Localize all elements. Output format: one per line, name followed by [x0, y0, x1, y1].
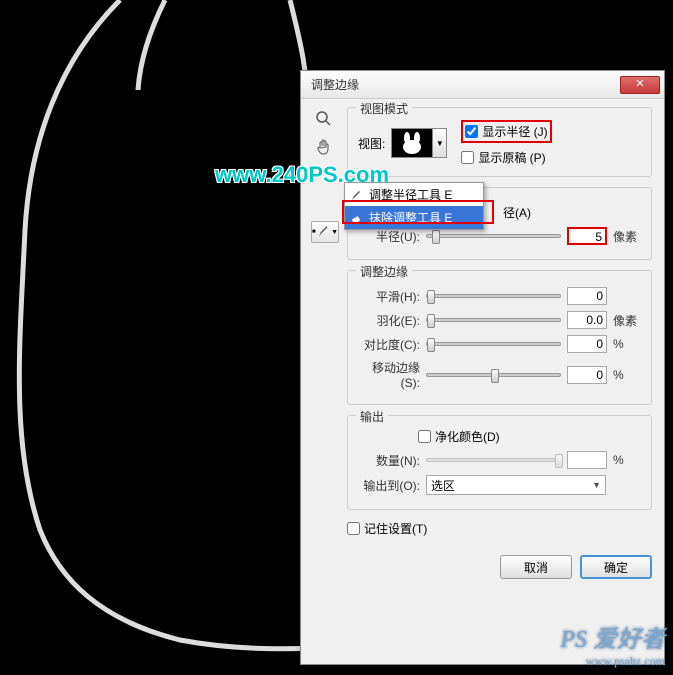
- output-to-label: 输出到(O):: [358, 477, 420, 494]
- edge-detection-group: 边缘检测 调整半径工具 E 抹除调整工具 E 智能半径(A) 径(A) 半径(U…: [347, 187, 652, 260]
- amount-unit: %: [613, 453, 641, 467]
- feather-label: 羽化(E):: [358, 312, 420, 329]
- watermark-cn: PS 爱好者 www.psahz.com: [560, 619, 665, 669]
- menu-erase-refinements-tool[interactable]: 抹除调整工具 E: [345, 206, 483, 229]
- titlebar[interactable]: 调整边缘 ✕: [301, 71, 664, 99]
- radius-input[interactable]: 5: [567, 227, 607, 245]
- show-radius-label: 显示半径 (J): [482, 123, 547, 140]
- contrast-unit: %: [613, 337, 641, 351]
- feather-slider[interactable]: [426, 318, 561, 322]
- output-to-value: 选区: [431, 477, 455, 494]
- contrast-slider[interactable]: [426, 342, 561, 346]
- radius-slider[interactable]: [426, 234, 561, 238]
- remember-settings-label: 记住设置(T): [364, 520, 427, 537]
- menu-item2-label: 抹除调整工具 E: [369, 209, 452, 226]
- smooth-input[interactable]: 0: [567, 287, 607, 305]
- smooth-slider[interactable]: [426, 294, 561, 298]
- show-original-row: 显示原稿 (P): [461, 149, 551, 166]
- contrast-label: 对比度(C):: [358, 336, 420, 353]
- feather-input[interactable]: 0.0: [567, 311, 607, 329]
- watermark-cn-main: PS 爱好者: [560, 627, 665, 653]
- shift-edge-slider[interactable]: [426, 373, 561, 377]
- zoom-tool-icon[interactable]: [311, 107, 337, 131]
- amount-input: [567, 451, 607, 469]
- close-button[interactable]: ✕: [620, 76, 660, 94]
- adjust-edge-group: 调整边缘 平滑(H): 0 羽化(E): 0.0 像素 对比度(C): 0 % …: [347, 270, 652, 405]
- chevron-down-icon: ▼: [592, 480, 601, 490]
- radius-unit: 像素: [613, 228, 641, 245]
- refine-edge-dialog: 调整边缘 ✕ ■ ▼ 视图模式 视图: ▼: [300, 70, 665, 665]
- show-original-label: 显示原稿 (P): [478, 149, 545, 166]
- show-radius-checkbox[interactable]: [465, 125, 478, 138]
- contrast-input[interactable]: 0: [567, 335, 607, 353]
- output-legend: 输出: [356, 408, 388, 425]
- shift-edge-label: 移动边缘(S):: [358, 359, 420, 390]
- radius-label: 半径(U):: [358, 228, 420, 245]
- smooth-label: 平滑(H):: [358, 288, 420, 305]
- view-label: 视图:: [358, 135, 385, 152]
- output-to-select[interactable]: 选区 ▼: [426, 475, 606, 495]
- output-group: 输出 净化颜色(D) 数量(N): % 输出到(O): 选区 ▼: [347, 415, 652, 510]
- menu-item1-label: 调整半径工具 E: [369, 186, 452, 203]
- view-mode-legend: 视图模式: [356, 100, 412, 117]
- feather-unit: 像素: [613, 312, 641, 329]
- show-original-checkbox[interactable]: [461, 151, 474, 164]
- ok-button[interactable]: 确定: [580, 555, 652, 579]
- show-radius-row: 显示半径 (J): [461, 120, 551, 143]
- remember-settings-checkbox[interactable]: [347, 522, 360, 535]
- cancel-button[interactable]: 取消: [500, 555, 572, 579]
- watermark-cn-sub: www.psahz.com: [560, 654, 665, 669]
- smart-radius-label2: 径(A): [503, 204, 531, 221]
- brush-tool-button[interactable]: ■ ▼: [311, 221, 339, 243]
- shift-edge-input[interactable]: 0: [567, 366, 607, 384]
- decontaminate-label: 净化颜色(D): [435, 428, 500, 445]
- view-thumbnail[interactable]: [391, 128, 433, 158]
- dialog-title: 调整边缘: [311, 76, 620, 93]
- view-dropdown-arrow[interactable]: ▼: [433, 128, 447, 158]
- adjust-edge-legend: 调整边缘: [356, 263, 412, 280]
- shift-edge-unit: %: [613, 368, 641, 382]
- view-mode-group: 视图模式 视图: ▼ 显示半径 (J) 显示原稿 (P): [347, 107, 652, 177]
- menu-refine-radius-tool[interactable]: 调整半径工具 E: [345, 183, 483, 206]
- brush-tool-menu: 调整半径工具 E 抹除调整工具 E: [344, 182, 484, 230]
- amount-label: 数量(N):: [358, 452, 420, 469]
- decontaminate-checkbox[interactable]: [418, 430, 431, 443]
- amount-slider: [426, 458, 561, 462]
- hand-tool-icon[interactable]: [311, 135, 337, 159]
